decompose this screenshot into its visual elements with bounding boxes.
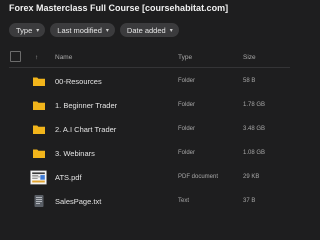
chevron-down-icon: ▾ (169, 27, 173, 34)
file-type: Folder (178, 78, 196, 84)
file-row[interactable]: 3. Webinars Folder 1.08 GB (0, 141, 300, 165)
file-type: Folder (178, 126, 196, 132)
page-title: Forex Masterclass Full Course [coursehab… (9, 3, 229, 13)
file-size: 3.48 GB (243, 126, 266, 132)
file-size: 1.78 GB (243, 102, 266, 108)
file-row[interactable]: 1. Beginner Trader Folder 1.78 GB (0, 93, 300, 117)
file-row[interactable]: 00-Resources Folder 58 B (0, 69, 300, 93)
file-type: Folder (178, 102, 196, 108)
last-modified-filter-button[interactable]: Last modified ▾ (50, 23, 115, 37)
file-name: SalesPage.txt (55, 197, 102, 206)
select-all-checkbox[interactable] (10, 51, 21, 62)
folder-icon (33, 125, 45, 134)
chevron-down-icon: ▾ (105, 27, 109, 34)
filter-bar: Type ▾ Last modified ▾ Date added ▾ (9, 23, 179, 37)
file-type: PDF document (178, 174, 219, 180)
date-added-filter-label: Date added (126, 25, 166, 35)
header-divider (9, 67, 290, 68)
file-name: ATS.pdf (55, 173, 82, 182)
pdf-thumbnail-icon (30, 170, 47, 185)
file-size: 29 KB (243, 174, 260, 180)
chevron-down-icon: ▾ (36, 27, 40, 34)
file-type: Text (178, 198, 190, 204)
size-column-header[interactable]: Size (243, 54, 256, 61)
sort-ascending-icon[interactable]: ↑ (35, 54, 38, 61)
file-name: 1. Beginner Trader (55, 101, 118, 110)
type-column-header[interactable]: Type (178, 54, 192, 61)
file-name: 00-Resources (55, 77, 102, 86)
file-name: 2. A.I Chart Trader (55, 125, 117, 134)
text-file-icon (34, 195, 44, 207)
name-column-header[interactable]: Name (55, 54, 72, 61)
file-type: Folder (178, 150, 196, 156)
file-size: 37 B (243, 198, 256, 204)
file-size: 1.08 GB (243, 150, 266, 156)
file-row[interactable]: 2. A.I Chart Trader Folder 3.48 GB (0, 117, 300, 141)
type-filter-label: Type (16, 25, 33, 35)
file-size: 58 B (243, 78, 256, 84)
type-filter-button[interactable]: Type ▾ (9, 23, 46, 37)
date-added-filter-button[interactable]: Date added ▾ (119, 23, 179, 37)
file-row[interactable]: SalesPage.txt Text 37 B (0, 189, 300, 213)
folder-icon (33, 149, 45, 158)
folder-icon (33, 77, 45, 86)
file-row[interactable]: ATS.pdf PDF document 29 KB (0, 165, 300, 189)
file-name: 3. Webinars (55, 149, 95, 158)
column-header-row: ↑ Name Type Size (0, 48, 300, 68)
folder-icon (33, 101, 45, 110)
last-modified-filter-label: Last modified (57, 25, 102, 35)
